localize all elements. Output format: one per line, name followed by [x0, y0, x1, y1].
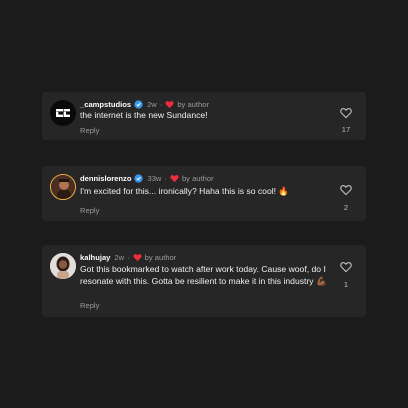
profile-photo-icon	[51, 175, 75, 199]
comment-card-2: dennislorenzo 33w · by author I'm excite…	[42, 166, 366, 221]
username[interactable]: _campstudios	[80, 100, 131, 109]
separator-dot: ·	[164, 174, 167, 183]
like-count: 1	[343, 280, 349, 289]
reply-button[interactable]: Reply	[80, 301, 99, 310]
separator-dot: ·	[127, 253, 130, 262]
heart-filled-icon	[133, 254, 142, 262]
comment-text: I'm excited for this... ironically? Haha…	[80, 186, 290, 196]
timestamp: 33w	[147, 174, 162, 183]
profile-photo-icon	[50, 253, 76, 279]
username[interactable]: kalhujay	[80, 253, 110, 262]
comment-meta: dennislorenzo 33w · by author	[80, 174, 214, 183]
separator-dot: ·	[159, 100, 163, 109]
heart-outline-icon[interactable]	[340, 107, 352, 119]
username[interactable]: dennislorenzo	[80, 174, 131, 183]
author-liked-tag: by author	[144, 253, 177, 262]
comment-text: the internet is the new Sundance!	[80, 110, 208, 120]
author-liked-tag: by author	[177, 100, 209, 109]
campstudios-logo-icon	[56, 109, 70, 117]
like-count: 17	[341, 125, 351, 134]
reply-button[interactable]: Reply	[80, 126, 99, 135]
comment-card-3: kalhujay 2w · by author Got this bookmar…	[42, 245, 366, 317]
comment-meta: _campstudios 2w · by author	[80, 100, 209, 109]
comment-text: Got this bookmarked to watch after work …	[80, 264, 327, 286]
heart-filled-icon	[170, 175, 179, 183]
comment-card-1: _campstudios 2w · by author the internet…	[42, 92, 366, 140]
comment-meta: kalhujay 2w · by author	[80, 253, 176, 262]
timestamp: 2w	[114, 253, 125, 262]
avatar[interactable]	[50, 253, 76, 279]
timestamp: 2w	[147, 100, 157, 109]
avatar[interactable]	[50, 174, 76, 200]
like-count: 2	[343, 203, 349, 212]
heart-filled-icon	[165, 101, 174, 109]
verified-badge-icon	[134, 100, 143, 109]
heart-outline-icon[interactable]	[340, 261, 352, 273]
verified-badge-icon	[134, 174, 144, 183]
author-liked-tag: by author	[181, 174, 214, 183]
avatar[interactable]	[50, 100, 76, 126]
heart-outline-icon[interactable]	[340, 184, 352, 196]
reply-button[interactable]: Reply	[80, 206, 99, 215]
